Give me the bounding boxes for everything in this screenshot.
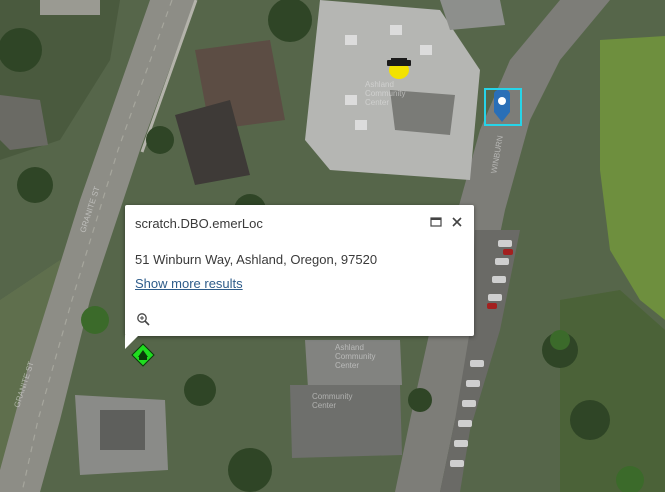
maximize-button[interactable] [428, 214, 444, 230]
close-icon [452, 217, 462, 227]
show-more-results-link[interactable]: Show more results [135, 276, 243, 291]
vehicle-icon [387, 58, 411, 79]
zoom-in-icon [137, 313, 150, 326]
popup-pointer [125, 335, 139, 349]
popup-title: scratch.DBO.emerLoc [135, 216, 263, 231]
vehicle-marker[interactable] [386, 56, 412, 80]
building-label-community-center: Community Center [312, 392, 353, 410]
close-button[interactable] [449, 214, 465, 230]
maximize-icon [430, 217, 442, 227]
map-pin-icon [484, 88, 522, 126]
building-label-community-center-lower: Ashland Community Center [335, 343, 376, 370]
identify-popup: scratch.DBO.emerLoc 51 Winburn Way, Ashl… [125, 205, 474, 336]
zoom-to-button[interactable] [135, 311, 151, 327]
selected-location-marker[interactable] [484, 88, 522, 126]
building-label-community-center-upper: Ashland Community Center [365, 80, 406, 107]
popup-address: 51 Winburn Way, Ashland, Oregon, 97520 [135, 252, 378, 267]
